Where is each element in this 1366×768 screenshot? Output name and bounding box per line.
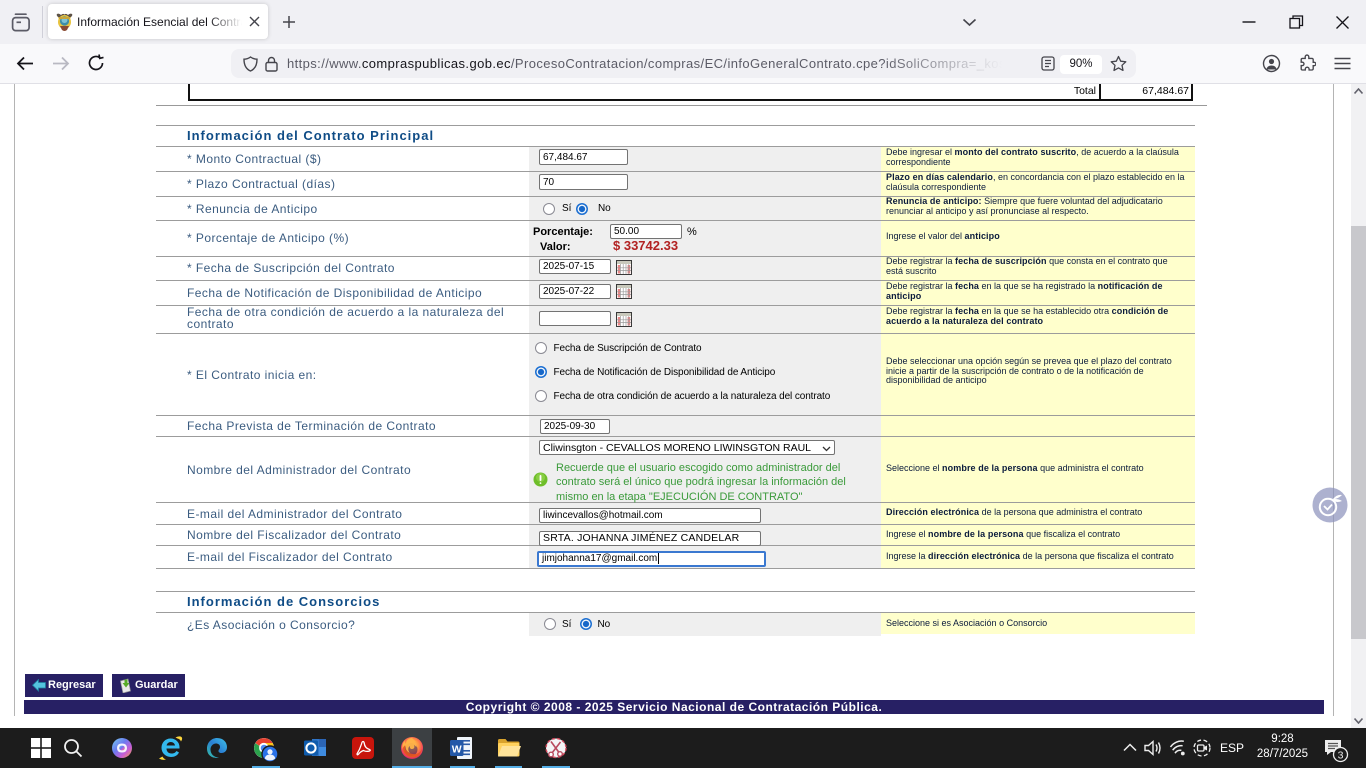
svg-text:3: 3 (1338, 750, 1344, 762)
svg-text:W: W (452, 744, 462, 756)
